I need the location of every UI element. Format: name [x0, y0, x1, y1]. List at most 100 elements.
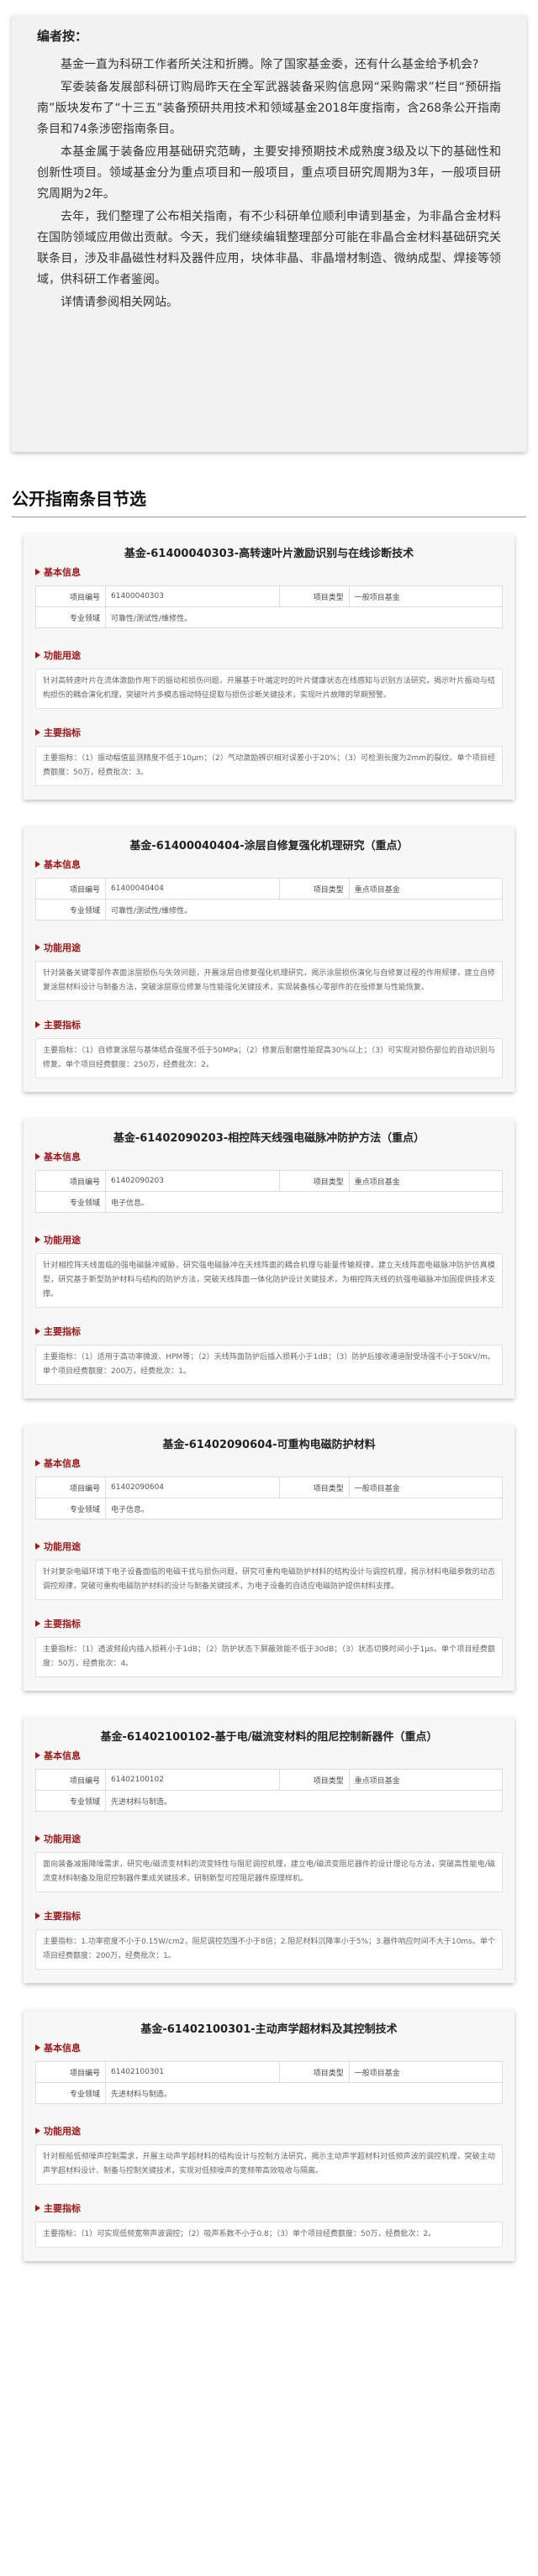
label-domain: 专业领域	[35, 1790, 106, 1812]
value-project-type: 一般项目基金	[348, 1477, 504, 1498]
bullet-icon	[35, 1236, 40, 1243]
section-label-basic-info: 基本信息	[35, 1456, 503, 1470]
value-project-no: 61402090604	[105, 1477, 280, 1498]
section-label-main-index: 主要指标	[35, 1617, 503, 1630]
value-project-no: 61402090203	[105, 1170, 280, 1192]
label-project-type: 项目类型	[278, 1769, 350, 1791]
bullet-icon	[35, 944, 40, 951]
bullet-icon	[35, 569, 40, 575]
guide-item-card: 基金-61402100301-主动声学超材料及其控制技术 基本信息 项目编号 6…	[24, 2010, 514, 2261]
editor-note-title: 编者按：	[37, 29, 88, 44]
section-label-main-index: 主要指标	[35, 1325, 503, 1338]
function-text: 针对舰船低频噪声控制需求，开展主动声学超材料的结构设计与控制方法研究，揭示主动声…	[35, 2144, 503, 2185]
guide-item-title: 基金-61402090203-相控阵天线强电磁脉冲防护方法（重点）	[113, 1132, 425, 1145]
value-domain: 可靠性/测试性/维修性。	[105, 899, 503, 921]
label-project-no: 项目编号	[35, 2061, 106, 2083]
section-label-basic-info: 基本信息	[35, 565, 503, 579]
guide-item-card: 基金-61400040303-高转速叶片激励识别与在线诊断技术 基本信息 项目编…	[24, 534, 514, 800]
section-label-text: 基本信息	[44, 1152, 81, 1162]
main-index-text: 主要指标：（1）自修复涂层与基体结合强度不低于50MPa；（2）修复后耐磨性能提…	[35, 1038, 503, 1078]
section-label-text: 主要指标	[44, 2203, 81, 2214]
bullet-icon	[35, 2127, 40, 2134]
value-project-no: 61402100301	[105, 2061, 280, 2083]
section-label-function: 功能用途	[35, 941, 503, 954]
basic-info-table: 项目编号 61402090203 项目类型 重点项目基金 专业领域 电子信息。	[35, 1170, 504, 1213]
label-project-no: 项目编号	[35, 878, 106, 900]
section-label-text: 功能用途	[44, 1834, 81, 1844]
section-heading: 公开指南条目节选	[12, 485, 526, 517]
function-text: 针对高转速叶片在流体激励作用下的振动和损伤问题，开展基于叶端定时的叶片健康状态在…	[35, 669, 503, 709]
guide-item-title: 基金-61402090604-可重构电磁防护材料	[162, 1439, 376, 1451]
editor-note: 编者按： 基金一直为科研工作者所关注和折腾。除了国家基金委，还有什么基金给予机会…	[12, 15, 526, 452]
section-label-main-index: 主要指标	[35, 2201, 503, 2215]
value-project-type: 重点项目基金	[348, 878, 504, 900]
label-project-no: 项目编号	[35, 1769, 106, 1791]
bullet-icon	[35, 1835, 40, 1842]
label-project-type: 项目类型	[278, 1170, 350, 1192]
value-domain: 先进材料与制造。	[105, 1790, 503, 1812]
function-text: 针对相控阵天线面临的强电磁脉冲威胁，研究强电磁脉冲在天线阵面的耦合机理与能量传输…	[35, 1253, 503, 1308]
section-label-text: 功能用途	[44, 942, 81, 953]
guide-item-title: 基金-61402100102-基于电/磁流变材料的阻尼控制新器件（重点）	[100, 1731, 438, 1744]
section-label-text: 主要指标	[44, 727, 81, 738]
guide-item-title: 基金-61400040404-涂层自修复强化机理研究（重点）	[129, 840, 409, 853]
label-project-no: 项目编号	[35, 1477, 106, 1498]
section-label-text: 基本信息	[44, 1458, 81, 1469]
bullet-icon	[35, 2044, 40, 2051]
bullet-icon	[35, 1021, 40, 1028]
value-project-type: 一般项目基金	[348, 585, 504, 607]
label-project-no: 项目编号	[35, 1170, 106, 1192]
bullet-icon	[35, 2205, 40, 2211]
section-label-basic-info: 基本信息	[35, 1749, 503, 1762]
bullet-icon	[35, 729, 40, 736]
main-index-text: 主要指标：（1）透波频段内插入损耗小于1dB；（2）防护状态下屏蔽效能不低于30…	[35, 1637, 503, 1677]
main-index-text: 主要指标：（1）可实现低频宽带声波调控；（2）吸声系数不小于0.8；（3）单个项…	[35, 2222, 503, 2248]
basic-info-table: 项目编号 61402090604 项目类型 一般项目基金 专业领域 电子信息。	[35, 1477, 504, 1519]
guide-item-list: 基金-61400040303-高转速叶片激励识别与在线诊断技术 基本信息 项目编…	[0, 534, 538, 2261]
label-domain: 专业领域	[35, 899, 106, 921]
section-label-text: 基本信息	[44, 1750, 81, 1761]
section-label-text: 主要指标	[44, 1020, 81, 1031]
guide-item-card: 基金-61402100102-基于电/磁流变材料的阻尼控制新器件（重点） 基本信…	[24, 1718, 514, 1983]
section-label-function: 功能用途	[35, 2124, 503, 2138]
section-label-text: 功能用途	[44, 1235, 81, 1246]
value-project-no: 61402100102	[105, 1769, 280, 1791]
guide-item-card: 基金-61400040404-涂层自修复强化机理研究（重点） 基本信息 项目编号…	[24, 826, 514, 1092]
function-text: 面向装备减振降噪需求，研究电/磁流变材料的流变特性与阻尼调控机理，建立电/磁流变…	[35, 1852, 503, 1892]
label-domain: 专业领域	[35, 2082, 106, 2104]
main-index-text: 主要指标：（1）适用于高功率微波、HPM等；（2）天线阵面防护后插入损耗小于1d…	[35, 1345, 503, 1385]
value-project-type: 重点项目基金	[348, 1769, 504, 1791]
value-domain: 先进材料与制造。	[105, 2082, 503, 2104]
section-label-function: 功能用途	[35, 1233, 503, 1246]
bullet-icon	[35, 1620, 40, 1627]
bullet-icon	[35, 1153, 40, 1160]
editor-note-paragraph: 基金一直为科研工作者所关注和折腾。除了国家基金委，还有什么基金给予机会?	[61, 58, 479, 71]
section-label-text: 基本信息	[44, 859, 81, 870]
bullet-icon	[35, 861, 40, 868]
value-domain: 电子信息。	[105, 1191, 503, 1213]
label-project-type: 项目类型	[278, 2061, 350, 2083]
basic-info-table: 项目编号 61400040303 项目类型 一般项目基金 专业领域 可靠性/测试…	[35, 585, 504, 628]
label-project-no: 项目编号	[35, 585, 106, 607]
basic-info-table: 项目编号 61400040404 项目类型 重点项目基金 专业领域 可靠性/测试…	[35, 878, 504, 921]
section-label-basic-info: 基本信息	[35, 1150, 503, 1163]
bullet-icon	[35, 652, 40, 658]
section-label-main-index: 主要指标	[35, 726, 503, 739]
label-domain: 专业领域	[35, 1498, 106, 1519]
editor-note-paragraph: 军委装备发展部科研订购局昨天在全军武器装备采购信息网“采购需求”栏目“预研指南”…	[37, 81, 501, 136]
value-domain: 可靠性/测试性/维修性。	[105, 606, 503, 628]
label-project-type: 项目类型	[278, 1477, 350, 1498]
section-label-function: 功能用途	[35, 1540, 503, 1553]
section-label-function: 功能用途	[35, 1832, 503, 1845]
section-label-main-index: 主要指标	[35, 1909, 503, 1923]
section-label-text: 功能用途	[44, 650, 81, 661]
section-label-text: 功能用途	[44, 1541, 81, 1552]
label-project-type: 项目类型	[278, 585, 350, 607]
value-project-type: 一般项目基金	[348, 2061, 504, 2083]
section-label-text: 主要指标	[44, 1619, 81, 1629]
main-index-text: 主要指标：（1）振动幅值监测精度不低于10μm；（2）气动激励辨识相对误差小于2…	[35, 746, 503, 786]
value-project-type: 重点项目基金	[348, 1170, 504, 1192]
guide-item-card: 基金-61402090604-可重构电磁防护材料 基本信息 项目编号 61402…	[24, 1425, 514, 1691]
section-label-main-index: 主要指标	[35, 1018, 503, 1031]
function-text: 针对装备关键零部件表面涂层损伤与失效问题，开展涂层自修复强化机理研究，揭示涂层损…	[35, 961, 503, 1001]
